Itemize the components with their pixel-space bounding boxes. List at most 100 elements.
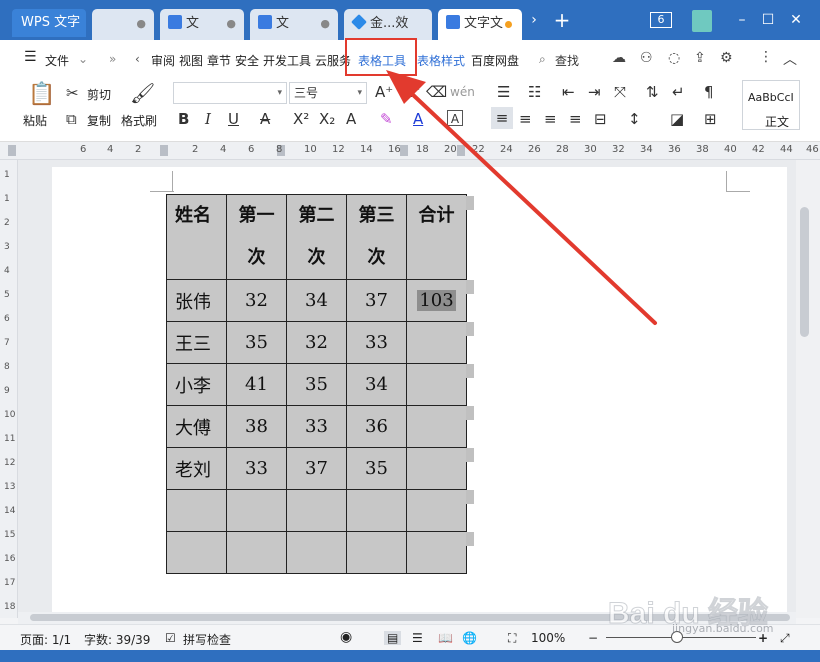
numbered-list-icon[interactable]: ☷ <box>528 84 541 100</box>
table-cell[interactable] <box>406 363 467 406</box>
highlight-color-icon[interactable]: ✎ <box>380 111 393 127</box>
phonetic-icon[interactable]: wén <box>450 84 475 100</box>
spell-check-button[interactable]: 拼写检查 <box>183 631 231 648</box>
table-cell[interactable] <box>406 447 467 490</box>
table-cell[interactable]: 34 <box>346 363 407 406</box>
table-cell[interactable] <box>346 489 407 532</box>
menu-security[interactable]: 安全 <box>235 52 259 69</box>
table-cell[interactable] <box>406 489 467 532</box>
format-painter-label[interactable]: 格式刷 <box>121 112 157 129</box>
tab-doc-5[interactable]: 金...效 <box>344 9 432 40</box>
table-cell[interactable]: 32 <box>226 279 287 322</box>
table-cell[interactable] <box>226 489 287 532</box>
table-cell[interactable] <box>406 531 467 574</box>
window-count-badge[interactable]: 6 <box>650 12 672 28</box>
paste-label[interactable]: 粘贴 <box>23 112 47 129</box>
more-vertical-icon[interactable]: ⋮ <box>759 49 773 65</box>
text-direction-icon[interactable]: ⤧ <box>614 84 626 100</box>
menu-baidu-disk[interactable]: 百度网盘 <box>471 52 519 69</box>
char-border-icon[interactable]: A <box>447 110 463 126</box>
zoom-out-icon[interactable]: − <box>588 631 598 645</box>
table-cell[interactable]: 36 <box>346 405 407 448</box>
borders-icon[interactable]: ⊞ <box>704 111 717 127</box>
vertical-scroll-thumb[interactable] <box>800 207 809 337</box>
table-cell[interactable]: 张伟 <box>166 279 227 322</box>
row-resize-handle[interactable] <box>466 364 474 378</box>
row-resize-handle[interactable] <box>466 196 474 210</box>
row-resize-handle[interactable] <box>466 322 474 336</box>
show-marks-icon[interactable]: ¶ <box>704 84 714 100</box>
table-header-cell[interactable]: 合计 <box>406 194 467 280</box>
fit-page-icon[interactable]: ⛶ <box>508 631 516 646</box>
ruler-marker[interactable] <box>457 145 465 156</box>
ruler-marker[interactable] <box>400 145 408 156</box>
align-center-icon[interactable]: ≡ <box>519 111 532 127</box>
zoom-level[interactable]: 100% <box>531 631 565 645</box>
settings-icon[interactable]: ⚙ <box>720 50 733 66</box>
table-cell[interactable]: 41 <box>226 363 287 406</box>
line-spacing-icon[interactable]: ↕ <box>628 111 641 127</box>
table-cell[interactable]: 38 <box>226 405 287 448</box>
subscript-icon[interactable]: X₂ <box>319 111 335 127</box>
word-count[interactable]: 字数: 39/39 <box>84 631 150 648</box>
copy-button[interactable]: 复制 <box>87 112 111 129</box>
text-effect-icon[interactable]: A <box>346 111 356 127</box>
distribute-icon[interactable]: ⊟ <box>594 111 607 127</box>
decrease-indent-icon[interactable]: ⇤ <box>562 84 575 100</box>
menu-chapter[interactable]: 章节 <box>207 52 231 69</box>
table-cell[interactable] <box>406 321 467 364</box>
font-color-icon[interactable]: A <box>413 111 423 127</box>
search-icon[interactable]: ⌕ <box>539 52 546 67</box>
align-left-icon[interactable]: ≡ <box>491 107 513 129</box>
table-header-cell[interactable]: 第一次 <box>226 194 287 280</box>
web-view-icon[interactable]: 🌐 <box>462 631 477 645</box>
table-cell[interactable] <box>286 531 347 574</box>
chevron-left-icon[interactable]: ‹ <box>135 52 140 66</box>
table-header-cell[interactable]: 第二次 <box>286 194 347 280</box>
table-cell[interactable]: 34 <box>286 279 347 322</box>
table-cell[interactable]: 小李 <box>166 363 227 406</box>
eraser-icon[interactable]: ⌫ <box>426 84 447 100</box>
table-cell[interactable]: 35 <box>286 363 347 406</box>
superscript-icon[interactable]: X² <box>293 111 309 127</box>
font-size-select[interactable]: 三号 ▾ <box>289 82 367 104</box>
menu-file[interactable]: 文件 <box>45 52 69 69</box>
table-cell[interactable]: 103 <box>406 279 467 322</box>
avatar[interactable] <box>692 10 712 32</box>
strikethrough-icon[interactable]: A <box>260 111 270 127</box>
new-tab-icon[interactable]: + <box>552 10 572 30</box>
paste-icon[interactable]: 📋 <box>28 83 55 107</box>
table-cell[interactable] <box>286 489 347 532</box>
menu-review[interactable]: 审阅 <box>151 52 175 69</box>
shading-icon[interactable]: ◪ <box>670 111 684 127</box>
bullet-list-icon[interactable]: ☰ <box>497 84 510 100</box>
cloud-sync-icon[interactable]: ☁ <box>612 50 626 66</box>
page-indicator[interactable]: 页面: 1/1 <box>20 631 71 648</box>
line-break-icon[interactable]: ↵ <box>672 84 685 100</box>
row-resize-handle[interactable] <box>466 490 474 504</box>
increase-indent-icon[interactable]: ⇥ <box>588 84 601 100</box>
tab-doc-4[interactable]: 文 ● <box>250 9 338 40</box>
table-cell[interactable]: 37 <box>286 447 347 490</box>
table-cell[interactable]: 33 <box>286 405 347 448</box>
scissors-icon[interactable]: ✂ <box>66 85 79 101</box>
table-cell[interactable] <box>226 531 287 574</box>
data-table[interactable]: 姓名 第一次第二次第三次合计 张伟 32 34 37 103 王三 35 32 33 小李 41 35 34… <box>166 194 467 574</box>
table-cell[interactable]: 35 <box>226 321 287 364</box>
hamburger-icon[interactable]: ☰ <box>24 49 37 65</box>
close-icon[interactable]: ● <box>320 9 330 38</box>
increase-font-icon[interactable]: A⁺ <box>375 84 393 100</box>
eye-icon[interactable]: ◉ <box>340 629 352 645</box>
table-cell[interactable]: 35 <box>346 447 407 490</box>
table-cell[interactable]: 37 <box>346 279 407 322</box>
row-resize-handle[interactable] <box>466 280 474 294</box>
format-painter-icon[interactable]: 🖌 <box>130 82 155 104</box>
copy-icon[interactable]: ⧉ <box>66 111 77 127</box>
collapse-ribbon-icon[interactable]: ︿ <box>783 49 797 69</box>
table-cell[interactable] <box>166 531 227 574</box>
close-icon[interactable]: ● <box>136 9 146 38</box>
table-cell[interactable] <box>406 405 467 448</box>
wps-home-tab[interactable]: WPS 文字 <box>12 9 86 37</box>
reading-view-icon[interactable]: 📖 <box>438 631 453 645</box>
horizontal-ruler[interactable]: 6 4 2 2 4 6 8 10 12 14 16 18 20 22 24 26 28 30 32 34 36 38 40 4… <box>0 142 820 160</box>
